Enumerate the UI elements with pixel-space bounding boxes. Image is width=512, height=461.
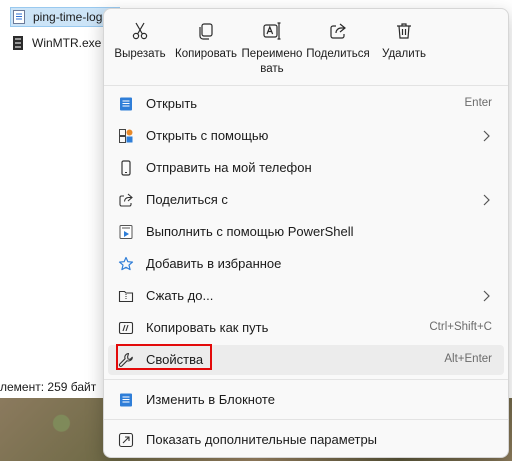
file-name: ping-time-log <box>33 10 103 24</box>
chevron-right-icon <box>483 290 490 302</box>
share-label: Поделиться <box>306 48 370 60</box>
menu-item-label: Свойства <box>146 352 204 367</box>
menu-item-shortcut: Alt+Enter <box>444 353 492 365</box>
file-name: WinMTR.exe <box>32 36 102 50</box>
rename-button[interactable]: Переименовать <box>239 9 305 85</box>
menu-item-more-options[interactable]: Показать дополнительные параметры <box>108 425 504 455</box>
rename-icon <box>263 22 281 40</box>
menu-item-open[interactable]: Открыть Enter <box>108 89 504 119</box>
menu-divider <box>104 379 508 380</box>
delete-label: Удалить <box>382 48 426 60</box>
menu-item-open-with[interactable]: Открыть с помощью <box>108 121 504 151</box>
wrench-icon <box>118 352 133 367</box>
menu-item-run-powershell[interactable]: Выполнить с помощью PowerShell <box>108 217 504 247</box>
zip-folder-icon <box>118 290 134 303</box>
status-bar-text: лемент: 259 байт <box>0 380 97 394</box>
menu-item-label: Выполнить с помощью PowerShell <box>146 224 354 239</box>
delete-button[interactable]: Удалить <box>371 9 437 85</box>
context-menu: Вырезать Копировать Переименовать Подели… <box>103 8 509 458</box>
menu-divider <box>104 419 508 420</box>
menu-item-label: Открыть с помощью <box>146 128 269 143</box>
cut-label: Вырезать <box>114 48 166 60</box>
trash-icon <box>397 23 411 39</box>
quick-actions-bar: Вырезать Копировать Переименовать Подели… <box>104 9 508 85</box>
screen: ping-time-log WinMTR.exe лемент: 259 бай… <box>0 0 512 461</box>
powershell-icon <box>119 225 133 239</box>
menu-item-send-to-phone[interactable]: Отправить на мой телефон <box>108 153 504 183</box>
file-item-winmtr[interactable]: WinMTR.exe <box>10 34 101 52</box>
cut-button[interactable]: Вырезать <box>107 9 173 85</box>
share-button[interactable]: Поделиться <box>305 9 371 85</box>
copy-path-icon <box>118 321 134 335</box>
menu-item-copy-path[interactable]: Копировать как путь Ctrl+Shift+C <box>108 313 504 343</box>
menu-item-label: Открыть <box>146 96 198 111</box>
copy-icon <box>199 23 213 40</box>
scissors-icon <box>132 22 148 40</box>
menu-item-label: Поделиться с <box>146 192 228 207</box>
menu-item-label: Копировать как путь <box>146 320 269 335</box>
copy-button[interactable]: Копировать <box>173 9 239 85</box>
menu-item-edit-notepad[interactable]: Изменить в Блокноте <box>108 385 504 415</box>
rename-label: Переименовать <box>241 48 303 75</box>
share-icon <box>119 193 133 207</box>
copy-label: Копировать <box>175 48 237 60</box>
text-file-icon <box>13 10 25 24</box>
more-options-icon <box>118 432 134 448</box>
open-with-icon <box>119 129 133 143</box>
menu-item-label: Изменить в Блокноте <box>146 392 275 407</box>
menu-item-label: Добавить в избранное <box>146 256 282 271</box>
share-icon <box>330 23 346 39</box>
menu-item-compress[interactable]: Сжать до... <box>108 281 504 311</box>
menu-item-shortcut: Enter <box>464 97 493 109</box>
menu-item-shortcut: Ctrl+Shift+C <box>429 321 492 333</box>
menu-divider <box>104 85 508 86</box>
chevron-right-icon <box>483 194 490 206</box>
app-file-icon <box>13 36 23 50</box>
menu-item-label: Показать дополнительные параметры <box>146 432 378 447</box>
menu-item-add-favorites[interactable]: Добавить в избранное <box>108 249 504 279</box>
notepad-icon <box>120 97 132 111</box>
phone-icon <box>121 160 131 176</box>
menu-item-label: Сжать до... <box>146 288 214 303</box>
menu-item-properties[interactable]: Свойства Alt+Enter <box>108 345 504 375</box>
chevron-right-icon <box>483 130 490 142</box>
notepad-icon <box>120 393 132 407</box>
star-icon <box>118 256 134 271</box>
menu-item-label: Отправить на мой телефон <box>146 160 312 175</box>
menu-item-share-with[interactable]: Поделиться с <box>108 185 504 215</box>
